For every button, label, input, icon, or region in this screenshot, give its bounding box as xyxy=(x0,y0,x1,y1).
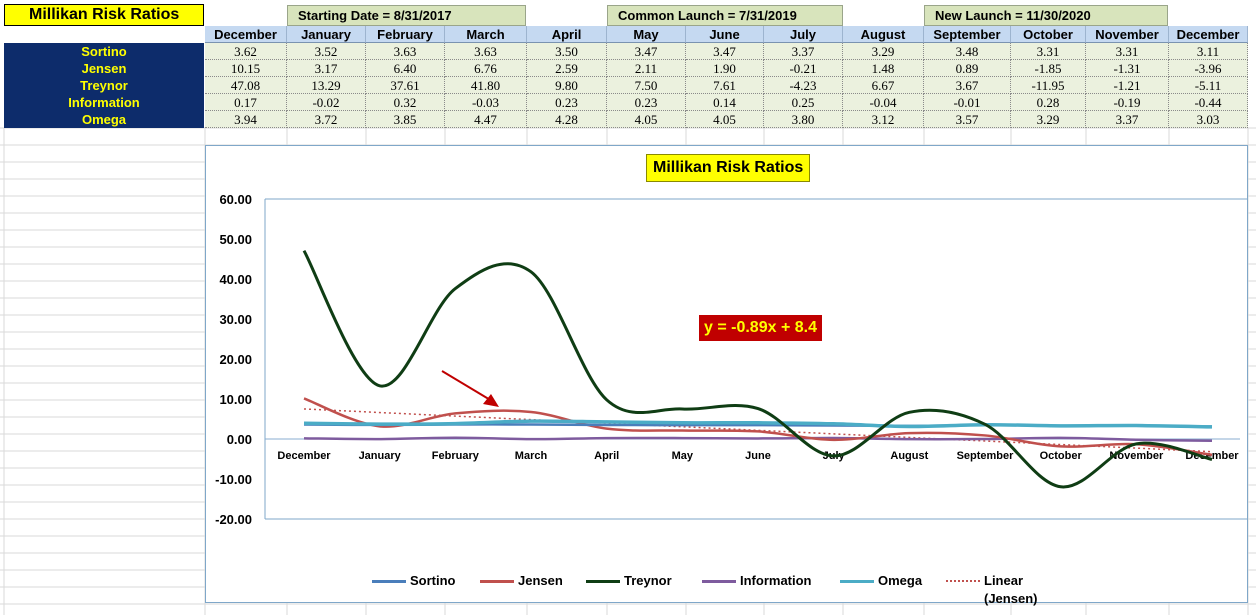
x-tick-label: May xyxy=(672,450,694,462)
y-tick-label: -10.00 xyxy=(215,472,252,487)
legend-label: Sortino xyxy=(410,573,456,588)
y-tick-label: 40.00 xyxy=(219,272,252,287)
legend-label: Linear (Jensen) xyxy=(984,573,1038,606)
chart-title: Millikan Risk Ratios xyxy=(646,154,811,182)
legend-label: Information xyxy=(740,573,812,588)
legend-swatch xyxy=(946,580,980,582)
x-tick-label: December xyxy=(277,450,331,462)
legend-label: Treynor xyxy=(624,573,672,588)
x-tick-label: February xyxy=(432,450,480,462)
y-tick-label: 10.00 xyxy=(219,392,252,407)
x-tick-label: August xyxy=(890,450,928,462)
y-tick-label: -20.00 xyxy=(215,512,252,527)
y-tick-label: 20.00 xyxy=(219,352,252,367)
trendline-equation: y = -0.89x + 8.4 xyxy=(699,315,822,341)
legend-swatch xyxy=(702,580,736,583)
legend-label: Jensen xyxy=(518,573,563,588)
chart-legend: Sortino Jensen Treynor Information Omega Line… xyxy=(372,572,1092,606)
legend-swatch xyxy=(372,580,406,583)
x-tick-label: March xyxy=(515,450,548,462)
y-tick-label: 30.00 xyxy=(219,312,252,327)
legend-swatch xyxy=(586,580,620,583)
x-tick-label: January xyxy=(359,450,402,462)
x-tick-label: June xyxy=(745,450,771,462)
legend-label: Omega xyxy=(878,573,923,588)
x-tick-label: April xyxy=(594,450,619,462)
legend-swatch xyxy=(480,580,514,583)
y-tick-label: 0.00 xyxy=(227,432,252,447)
y-tick-label: 60.00 xyxy=(219,192,252,207)
y-tick-label: 50.00 xyxy=(219,232,252,247)
line-chart: 60.00 50.00 40.00 30.00 20.00 10.00 0.00 -10.00… xyxy=(215,192,1248,527)
x-tick-label: October xyxy=(1040,450,1083,462)
annotation-arrow xyxy=(441,370,493,402)
x-tick-label: September xyxy=(957,450,1015,462)
legend-swatch xyxy=(840,580,874,583)
